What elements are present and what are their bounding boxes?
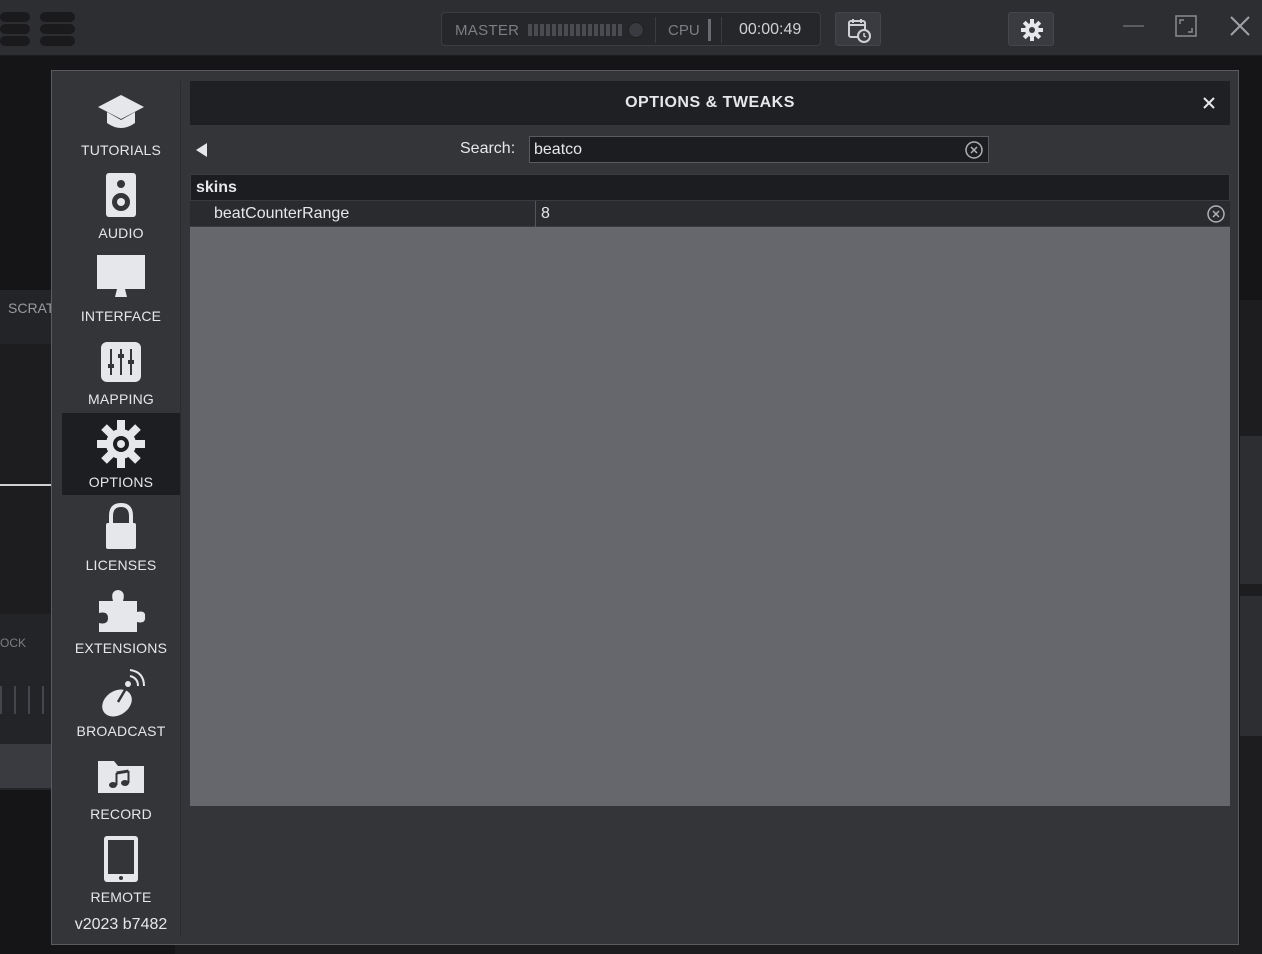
history-button[interactable] [835, 12, 881, 46]
dialog-title: OPTIONS & TWEAKS [625, 94, 795, 111]
puzzle-icon [96, 585, 146, 635]
search-label: Search: [460, 140, 516, 157]
sidebar-divider [180, 81, 181, 936]
close-icon [1230, 16, 1250, 36]
lock-icon [96, 502, 146, 552]
settings-button[interactable] [1008, 12, 1054, 46]
column-divider [535, 201, 536, 227]
gear-icon [96, 419, 146, 469]
background-bottom-panel [175, 944, 1262, 954]
option-row[interactable]: beatCounterRange 8 [190, 201, 1230, 227]
background-waveform-area [0, 344, 52, 614]
cpu-label: CPU [668, 22, 700, 39]
version-label: v2023 b7482 [74, 916, 168, 933]
options-results-list: skins beatCounterRange 8 [190, 174, 1230, 806]
divider [721, 17, 722, 43]
sidebar-item-licenses[interactable]: LICENSES [62, 496, 180, 578]
minimize-icon [1123, 25, 1144, 27]
minimize-button[interactable] [1120, 12, 1150, 42]
search-box [529, 136, 989, 163]
calendar-clock-icon [848, 19, 871, 43]
sidebar-item-label: REMOTE [90, 889, 152, 905]
option-key: beatCounterRange [214, 205, 350, 222]
satellite-dish-icon [96, 668, 146, 718]
sidebar-item-options[interactable]: OPTIONS [62, 413, 180, 495]
app-window: SCRAT OCK MASTER CPU 00:00:49 TUTORIALS … [0, 0, 1262, 954]
sidebar-item-label: OPTIONS [88, 474, 154, 490]
tablet-icon [96, 834, 146, 884]
sidebar-item-label: AUDIO [98, 225, 144, 241]
master-volume-knob[interactable] [628, 22, 644, 38]
background-right-block [1240, 436, 1262, 584]
sidebar-item-label: BROADCAST [76, 723, 166, 739]
search-input[interactable] [534, 139, 954, 160]
sidebar-item-mapping[interactable]: MAPPING [62, 330, 180, 412]
background-divider-line [0, 484, 52, 486]
graduation-cap-icon [96, 87, 146, 137]
speaker-icon [96, 170, 146, 220]
option-group-header: skins [190, 174, 1230, 201]
divider [655, 17, 656, 43]
background-ock-label: OCK [0, 636, 27, 650]
sidebar-item-label: EXTENSIONS [74, 640, 168, 656]
sidebar-item-label: INTERFACE [80, 308, 162, 324]
sidebar-item-label: TUTORIALS [80, 142, 162, 158]
close-window-button[interactable] [1226, 12, 1256, 42]
option-value[interactable]: 8 [541, 205, 550, 223]
top-bar: MASTER CPU 00:00:49 [0, 0, 1262, 56]
cpu-meter [708, 19, 711, 41]
sidebar-item-record[interactable]: RECORD [62, 745, 180, 827]
dialog-title-bar: OPTIONS & TWEAKS [190, 81, 1230, 125]
back-arrow-icon[interactable] [196, 143, 207, 157]
sidebar-item-label: LICENSES [85, 557, 157, 573]
sidebar-item-extensions[interactable]: EXTENSIONS [62, 579, 180, 661]
sidebar-item-remote[interactable]: REMOTE [62, 828, 180, 910]
monitor-icon [96, 253, 146, 303]
sidebar-item-broadcast[interactable]: BROADCAST [62, 662, 180, 744]
sidebar-item-audio[interactable]: AUDIO [62, 164, 180, 246]
master-label: MASTER [455, 22, 520, 39]
option-group-name: skins [196, 179, 237, 196]
music-folder-icon [96, 751, 146, 801]
background-right-block [1240, 596, 1262, 736]
maximize-button[interactable] [1172, 12, 1202, 42]
clear-search-icon[interactable] [964, 140, 984, 160]
session-time: 00:00:49 [739, 21, 802, 38]
background-pitch-ticks [0, 686, 52, 714]
sidebar-item-label: RECORD [90, 806, 152, 822]
options-panel: OPTIONS & TWEAKS Search: beatco skins be… [190, 81, 1230, 806]
logo-icon [0, 12, 76, 46]
background-scratch-label: SCRAT [8, 300, 55, 316]
maximize-icon [1175, 15, 1197, 37]
master-status-box: MASTER CPU 00:00:49 [441, 12, 821, 46]
settings-sidebar: TUTORIALS AUDIO INTERFACE MAPPING OPTION… [52, 71, 180, 944]
sidebar-item-label: MAPPING [88, 391, 154, 407]
close-icon [1203, 97, 1215, 109]
close-dialog-button[interactable] [1198, 92, 1220, 114]
sliders-icon [96, 336, 146, 386]
sidebar-item-tutorials[interactable]: TUTORIALS [62, 81, 180, 163]
background-toolbar [0, 744, 52, 788]
gear-icon [1021, 19, 1043, 41]
master-level-meter [528, 24, 622, 36]
sidebar-item-interface[interactable]: INTERFACE [62, 247, 180, 329]
reset-option-icon[interactable] [1206, 204, 1226, 224]
settings-dialog: TUTORIALS AUDIO INTERFACE MAPPING OPTION… [51, 70, 1239, 945]
